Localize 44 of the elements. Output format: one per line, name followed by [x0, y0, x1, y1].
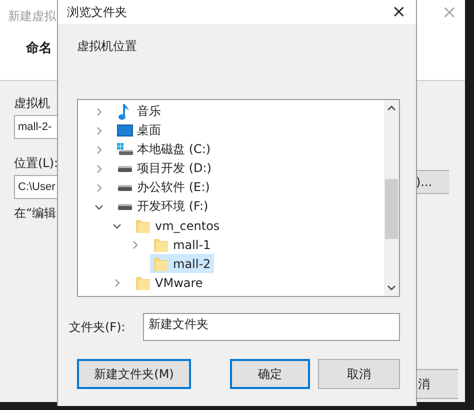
tree-item[interactable]: mall-2 [150, 254, 214, 273]
chevron-right-icon[interactable] [94, 164, 104, 174]
chevron-right-icon[interactable] [112, 278, 122, 288]
folder-icon [153, 236, 169, 252]
tree-item[interactable]: 音乐 [114, 102, 164, 121]
field-label: 文件夹(F): [69, 318, 126, 336]
description-text: 虚拟机位置 [77, 38, 138, 55]
location-field[interactable]: C:\User [14, 175, 57, 199]
folder-name-field[interactable]: 新建文件夹 [143, 313, 400, 341]
folder-icon [135, 218, 151, 234]
dialog-button[interactable]: 新建文件夹(M) [77, 359, 191, 389]
tree-item[interactable]: 开发环境 (F:) [114, 197, 212, 216]
system-drive-icon [117, 142, 133, 156]
scroll-up-icon[interactable] [387, 105, 396, 111]
dialog-button[interactable]: 取消 [318, 359, 400, 389]
tree-item[interactable]: 桌面 [114, 121, 164, 140]
drive-icon [118, 204, 132, 210]
folder-icon [153, 256, 169, 272]
chevron-right-icon[interactable] [94, 126, 104, 136]
tree-item[interactable]: 项目开发 (D:) [114, 159, 214, 178]
window-title: 新建虚拟 [8, 8, 57, 25]
dialog-title: 浏览文件夹 [67, 4, 127, 20]
folder-icon [135, 274, 151, 290]
name-field[interactable]: mall-2- [14, 115, 57, 139]
drive-icon [118, 184, 132, 190]
chevron-right-icon[interactable] [94, 144, 104, 154]
chevron-right-icon[interactable] [130, 240, 140, 250]
page-heading: 命名 [26, 40, 53, 57]
dialog-button[interactable]: 确定 [230, 359, 310, 389]
drive-icon [118, 166, 132, 172]
field-label: 虚拟机 [14, 95, 51, 112]
scrollbar[interactable] [384, 100, 399, 296]
tree-item[interactable]: 办公软件 (E:) [114, 178, 213, 197]
desktop-icon [117, 124, 133, 138]
field-label: 位置(L): [14, 155, 57, 172]
tree-item[interactable]: VMware [132, 273, 206, 292]
close-button[interactable]: × [392, 2, 406, 22]
tree-item[interactable]: mall-1 [150, 235, 214, 254]
tree-item[interactable]: 本地磁盘 (C:) [114, 140, 214, 159]
hint-text: 在“编辑 [14, 205, 57, 222]
tree-item[interactable]: vm_centos [132, 216, 223, 235]
chevron-right-icon[interactable] [94, 182, 104, 192]
scroll-down-icon[interactable] [387, 285, 396, 291]
chevron-right-icon[interactable] [94, 106, 104, 116]
